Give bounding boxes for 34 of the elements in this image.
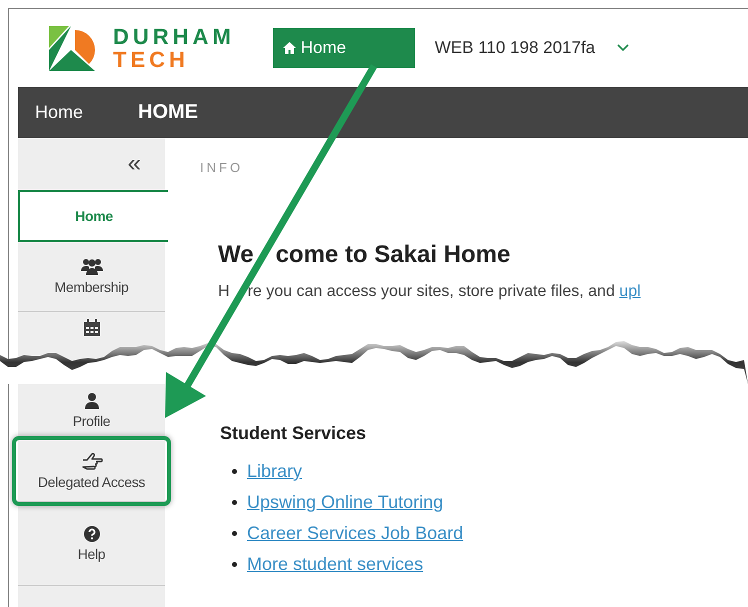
logo-text: TECH (113, 48, 190, 71)
service-link[interactable]: Upswing Online Tutoring (247, 492, 444, 513)
intro-text: re you can access your sites, store private files, and upl (248, 283, 641, 301)
users-icon (80, 258, 102, 275)
service-link[interactable]: Library (247, 461, 302, 482)
upload-link[interactable]: upl (619, 283, 641, 300)
logo-text: DURHAM (113, 25, 235, 48)
section-label: INFO (200, 160, 244, 175)
welcome-heading: come to Sakai Home (276, 241, 510, 269)
sidebar-item[interactable]: Delegated Access (16, 440, 167, 502)
site-name: WEB 110 198 2017fa (434, 38, 596, 58)
bullet (232, 469, 237, 474)
bullet (232, 531, 237, 536)
calendar-icon (82, 319, 100, 337)
section-heading: Student Services (220, 423, 368, 444)
intro-text: H (218, 283, 230, 301)
bullet (232, 562, 237, 567)
sidebar-item[interactable]: Membership (18, 242, 165, 312)
collapse-button[interactable]: « (18, 138, 165, 190)
page-title: HOME (138, 101, 198, 124)
sidebar-item[interactable]: Home (18, 190, 168, 242)
home-button[interactable]: Home (272, 28, 415, 68)
welcome-heading: We (218, 241, 254, 269)
logo-icon (49, 26, 97, 70)
help-icon (84, 526, 100, 542)
home-icon (282, 42, 296, 54)
chevron-down-icon[interactable] (617, 44, 630, 52)
pointing-hand-icon (80, 452, 102, 470)
toolbar-link[interactable]: Home (35, 102, 84, 123)
user-icon (84, 392, 98, 408)
service-link[interactable]: Career Services Job Board (247, 523, 464, 544)
service-link[interactable]: More student services (247, 554, 424, 575)
sidebar-item[interactable]: Help (18, 502, 165, 586)
bullet (232, 500, 237, 505)
